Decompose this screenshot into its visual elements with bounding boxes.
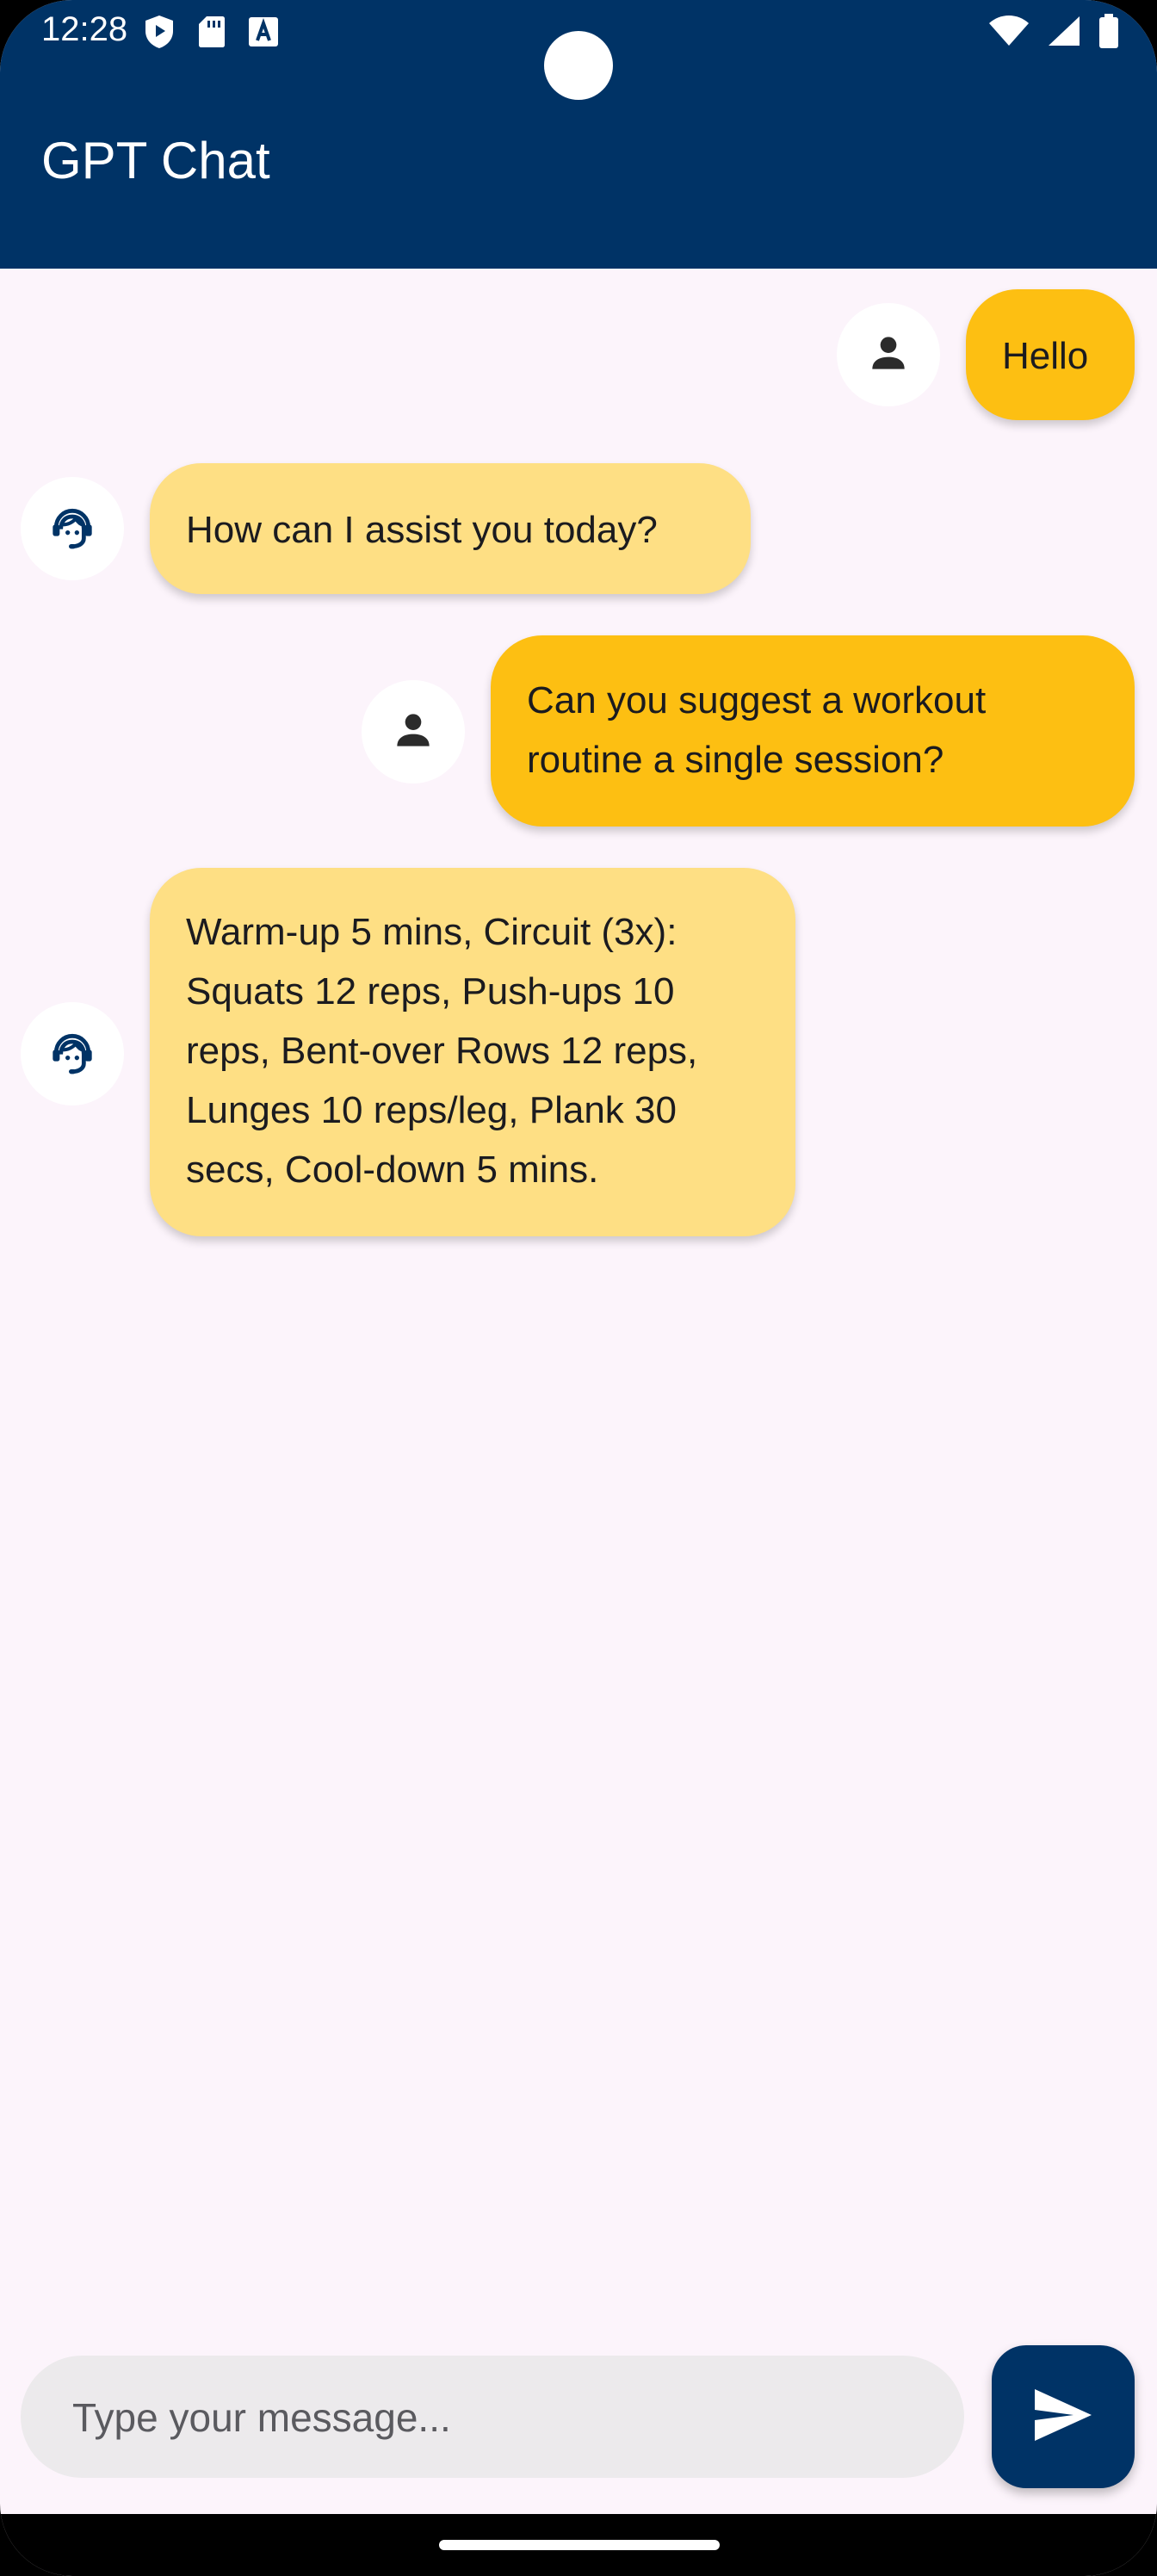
app-title: GPT Chat bbox=[41, 132, 270, 189]
message-bubble-user: Hello bbox=[966, 289, 1135, 420]
message-bubble-assistant: Warm-up 5 mins, Circuit (3x): Squats 12 … bbox=[150, 868, 795, 1236]
message-text-line: routine a single session? bbox=[527, 739, 944, 781]
message-text-line: Can you suggest a workout bbox=[527, 679, 987, 721]
message-text-line: Warm-up 5 mins, Circuit (3x): bbox=[186, 911, 677, 953]
message-bubble-user: Can you suggest a workout routine a sing… bbox=[491, 635, 1135, 827]
message-text-line: reps, Bent-over Rows 12 reps, bbox=[186, 1030, 698, 1072]
status-time: 12:28 bbox=[41, 10, 128, 48]
cell-signal-icon bbox=[1047, 15, 1081, 52]
message-text-line: secs, Cool-down 5 mins. bbox=[186, 1149, 599, 1191]
font-a-icon bbox=[248, 16, 279, 52]
battery-icon bbox=[1098, 14, 1119, 53]
message-text: Hello bbox=[1002, 335, 1089, 377]
camera-cutout bbox=[544, 31, 613, 100]
app-bar: 12:28 GPT Chat bbox=[0, 0, 1157, 269]
home-gesture-handle[interactable] bbox=[439, 2540, 720, 2550]
user-avatar bbox=[837, 303, 940, 406]
send-button[interactable] bbox=[992, 2345, 1135, 2488]
support-agent-icon bbox=[45, 499, 100, 559]
message-input-container[interactable] bbox=[21, 2356, 964, 2480]
message-text-line: Lunges 10 reps/leg, Plank 30 bbox=[186, 1089, 677, 1131]
chat-screen: 12:28 GPT Chat Hello How can I assist yo… bbox=[0, 0, 1157, 2576]
message-bubble-assistant: How can I assist you today? bbox=[150, 463, 751, 594]
assistant-avatar bbox=[21, 1002, 124, 1105]
send-icon bbox=[1032, 2388, 1094, 2445]
user-avatar bbox=[362, 680, 465, 783]
assistant-avatar bbox=[21, 477, 124, 580]
wifi-icon bbox=[988, 15, 1030, 52]
support-agent-icon bbox=[45, 1025, 100, 1084]
message-text: How can I assist you today? bbox=[186, 509, 658, 551]
message-text-line: Squats 12 reps, Push-ups 10 bbox=[186, 970, 675, 1012]
message-input[interactable] bbox=[71, 2356, 935, 2480]
person-icon bbox=[389, 706, 437, 759]
shield-play-icon bbox=[143, 14, 176, 54]
person-icon bbox=[864, 329, 913, 381]
sd-card-icon bbox=[198, 15, 226, 53]
